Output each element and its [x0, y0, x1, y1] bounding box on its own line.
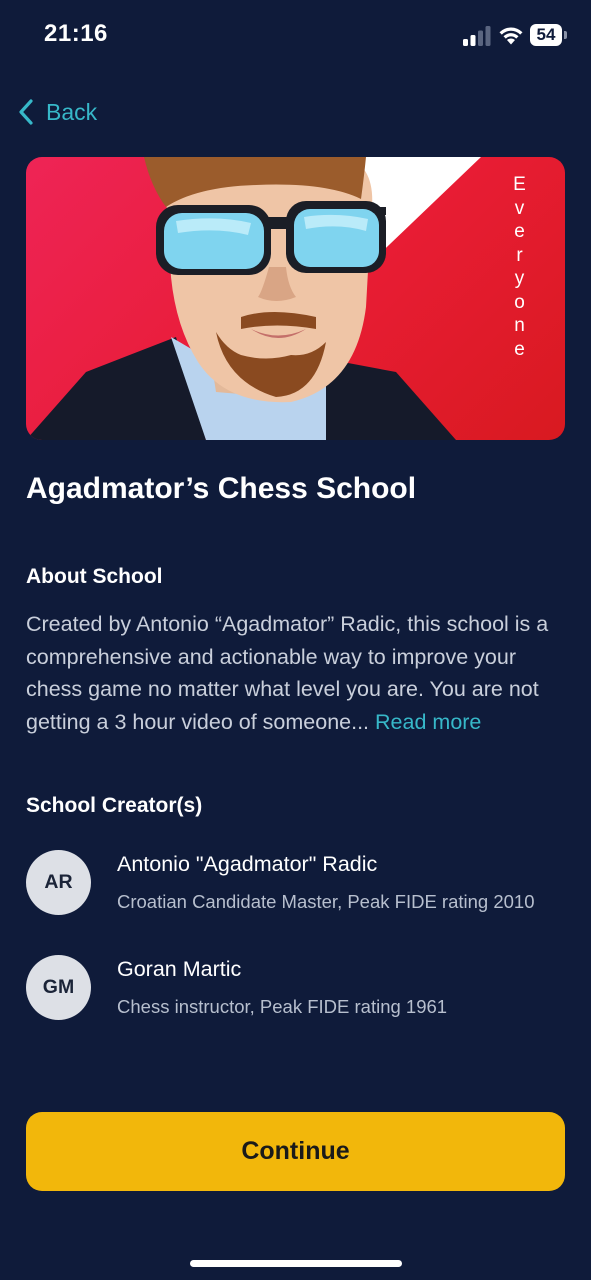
audience-letter: E: [513, 174, 527, 195]
school-title: Agadmator’s Chess School: [26, 472, 417, 505]
about-text: Created by Antonio “Agadmator” Radic, th…: [26, 608, 571, 738]
battery-level: 54: [530, 24, 562, 46]
read-more-link[interactable]: Read more: [375, 710, 481, 734]
status-bar: 21:16 54: [0, 0, 591, 72]
creator-description: Croatian Candidate Master, Peak FIDE rat…: [117, 891, 535, 912]
creators-heading: School Creator(s): [26, 794, 203, 817]
battery-tip: [564, 31, 567, 39]
creator-portrait-illustration: [26, 157, 481, 440]
creator-description: Chess instructor, Peak FIDE rating 1961: [117, 996, 448, 1017]
audience-letter: n: [514, 315, 526, 336]
wifi-icon: [499, 27, 523, 45]
avatar: AR: [26, 850, 91, 915]
back-button[interactable]: Back: [18, 96, 97, 128]
audience-label: Everyone: [508, 173, 532, 361]
continue-button[interactable]: Continue: [26, 1112, 565, 1191]
avatar: GM: [26, 955, 91, 1020]
audience-letter: v: [514, 197, 526, 219]
audience-letter: e: [514, 338, 526, 360]
audience-letter: o: [514, 291, 526, 313]
battery-icon: 54: [530, 24, 567, 46]
home-indicator[interactable]: [190, 1260, 402, 1267]
creator-item: GM Goran Martic Chess instructor, Peak F…: [26, 955, 566, 1021]
creator-name: Antonio "Agadmator" Radic: [117, 852, 378, 876]
audience-letter: r: [516, 244, 524, 266]
status-time: 21:16: [44, 20, 108, 47]
creator-item: AR Antonio "Agadmator" Radic Croatian Ca…: [26, 850, 566, 916]
audience-letter: y: [514, 268, 526, 289]
audience-letter: e: [514, 221, 526, 242]
cellular-signal-icon: [463, 26, 491, 46]
back-label: Back: [46, 98, 98, 125]
about-heading: About School: [26, 565, 163, 588]
creator-name: Goran Martic: [117, 957, 242, 981]
chevron-left-icon: [19, 99, 33, 125]
school-banner: Everyone: [26, 157, 565, 440]
